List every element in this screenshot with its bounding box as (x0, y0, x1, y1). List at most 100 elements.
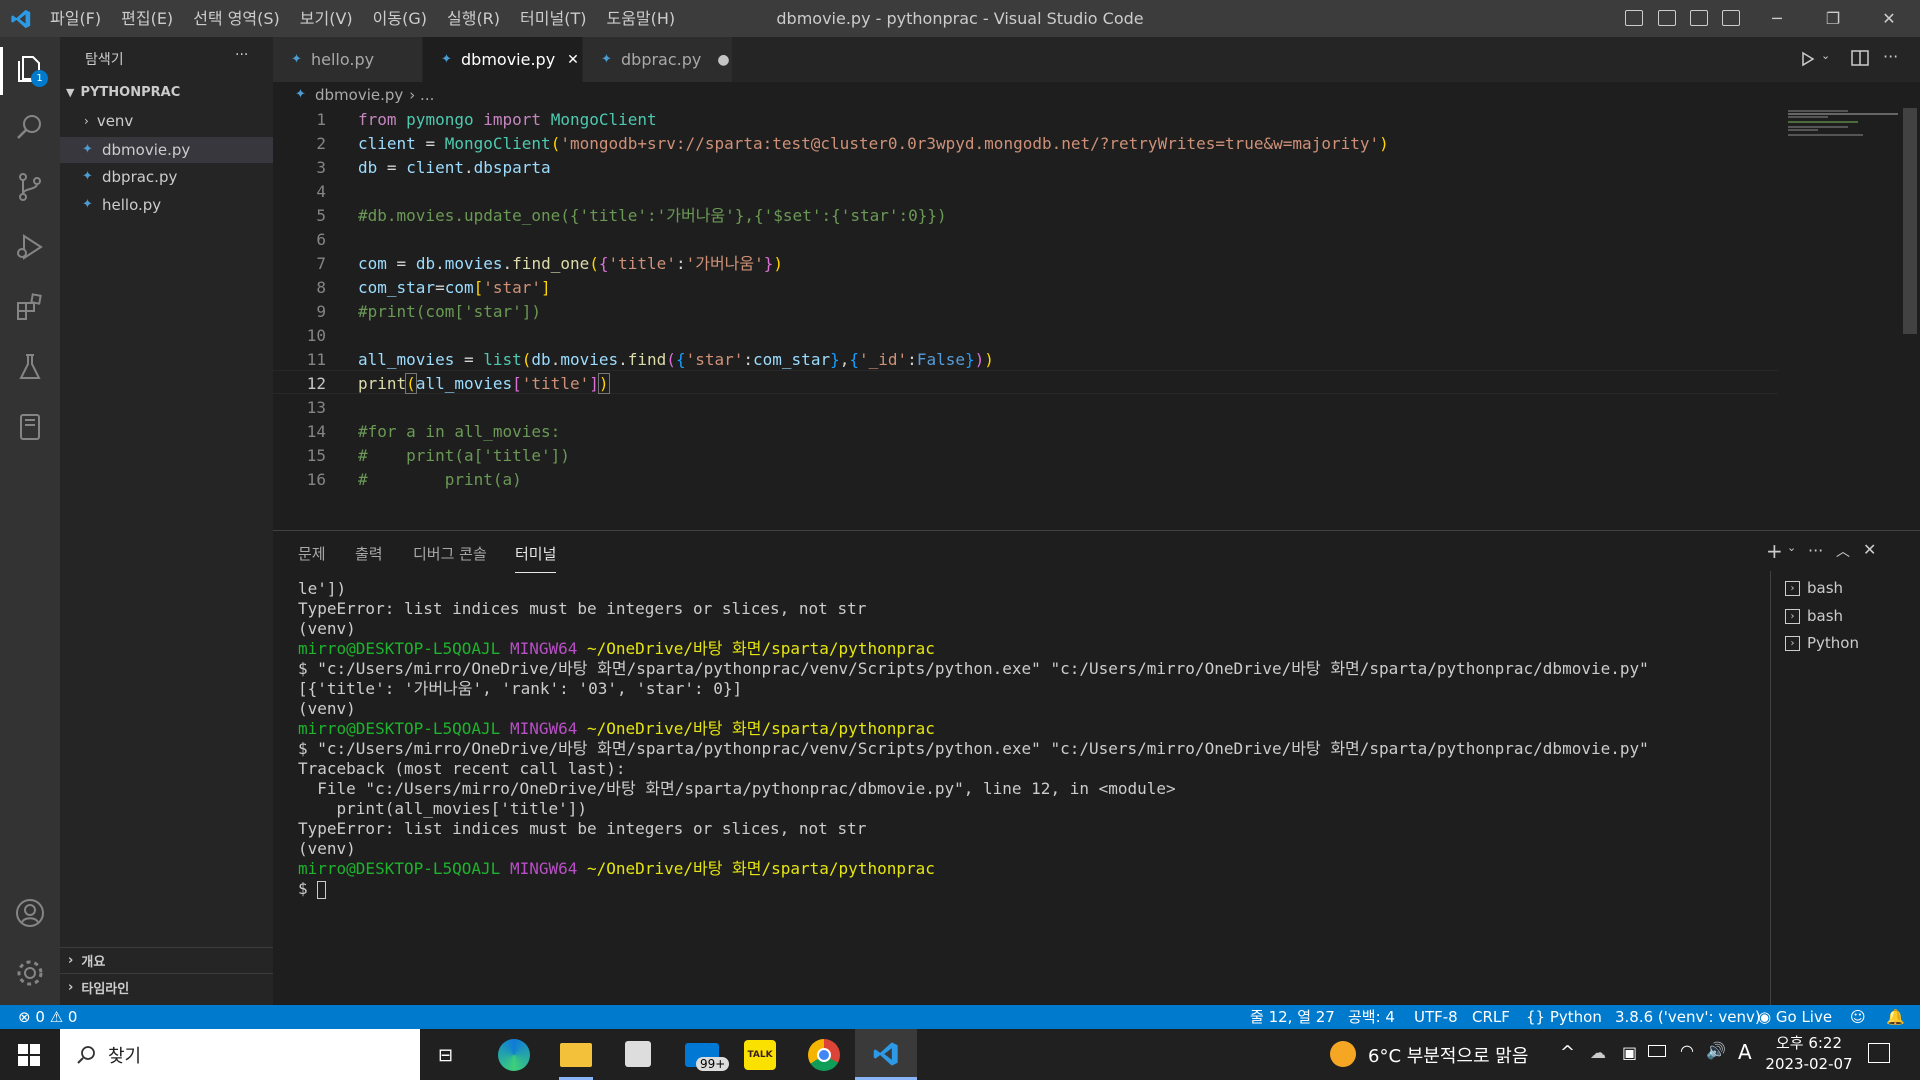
tab-dbmovie[interactable]: ✦ dbmovie.py ✕ (423, 37, 583, 82)
tree-item-venv[interactable]: › venv (84, 112, 133, 130)
python-file-icon: ✦ (82, 197, 93, 212)
terminal-line: $ "c:/Users/mirro/OneDrive/바탕 화면/sparta/… (298, 739, 1649, 758)
title-bar: 파일(F) 편집(E) 선택 영역(S) 보기(V) 이동(G) 실행(R) 터… (0, 0, 1920, 37)
cursor-position[interactable]: 줄 12, 열 27 (1250, 1005, 1335, 1029)
menu-terminal[interactable]: 터미널(T) (510, 0, 596, 37)
kakaotalk-icon[interactable]: TALK (744, 1040, 776, 1070)
line-number: 16 (306, 470, 326, 489)
more-actions-icon[interactable]: ··· (235, 47, 248, 63)
problems-status[interactable]: ⊗ 0 ⚠ 0 (18, 1005, 77, 1029)
menu-help[interactable]: 도움말(H) (596, 0, 685, 37)
weather-icon[interactable] (1330, 1041, 1356, 1067)
timeline-section[interactable]: › 타임라인 (68, 978, 129, 997)
end-of-line[interactable]: CRLF (1472, 1005, 1510, 1029)
menu-go[interactable]: 이동(G) (363, 0, 437, 37)
terminal-list-item[interactable]: › bash (1785, 579, 1843, 597)
feedback-icon[interactable]: ☺ (1850, 1005, 1866, 1029)
code-line: from pymongo import MongoClient (358, 110, 657, 129)
unsaved-dot-icon[interactable]: ● (717, 52, 729, 68)
chevron-down-icon[interactable]: ⌄ (1787, 541, 1796, 554)
toggle-sidebar-icon[interactable] (1625, 10, 1643, 26)
menu-view[interactable]: 보기(V) (290, 0, 363, 37)
testing-icon[interactable] (14, 351, 46, 383)
toggle-panel-icon[interactable] (1658, 10, 1676, 26)
microsoft-store-icon[interactable] (625, 1041, 651, 1067)
editor-scrollbar[interactable] (1903, 108, 1917, 334)
active-indicator (0, 47, 3, 95)
terminal-input-line[interactable]: $ (298, 879, 1649, 899)
battery-icon[interactable] (1648, 1045, 1666, 1057)
split-editor-icon[interactable] (1851, 50, 1869, 66)
indentation[interactable]: 공백: 4 (1348, 1005, 1395, 1029)
ime-indicator[interactable]: A (1738, 1040, 1752, 1064)
tab-hello[interactable]: ✦ hello.py (273, 37, 423, 82)
tab-problems[interactable]: 문제 (298, 543, 326, 564)
chevron-down-icon[interactable]: ⌄ (1821, 49, 1830, 62)
terminal-list-item[interactable]: › bash (1785, 607, 1843, 625)
extensions-icon[interactable] (14, 291, 46, 323)
source-control-icon[interactable] (14, 171, 46, 203)
run-debug-icon[interactable] (14, 231, 46, 263)
encoding[interactable]: UTF-8 (1414, 1005, 1458, 1029)
code-editor[interactable]: 1 from pymongo import MongoClient 2 client… (273, 108, 1920, 530)
folder-header[interactable]: ▼ PYTHONPRAC (66, 85, 180, 100)
maximize-icon[interactable]: ❐ (1810, 0, 1856, 37)
tree-item-dbmovie-row[interactable]: ✦ dbmovie.py (82, 141, 190, 159)
more-actions-icon[interactable]: ··· (1883, 47, 1898, 66)
menu-run[interactable]: 실행(R) (437, 0, 510, 37)
tree-item-hello[interactable]: ✦ hello.py (82, 196, 161, 214)
go-live[interactable]: ◉ Go Live (1758, 1005, 1832, 1029)
toggle-secondary-sidebar-icon[interactable] (1690, 10, 1708, 26)
maximize-panel-icon[interactable]: ︿ (1836, 541, 1850, 561)
close-panel-icon[interactable]: ✕ (1863, 540, 1876, 559)
weather-text[interactable]: 6°C 부분적으로 맑음 (1368, 1042, 1528, 1068)
menu-edit[interactable]: 편집(E) (111, 0, 183, 37)
device-icon[interactable]: ▣ (1622, 1043, 1637, 1062)
file-explorer-icon[interactable] (560, 1043, 592, 1067)
line-number: 2 (316, 134, 326, 153)
customize-layout-icon[interactable] (1722, 10, 1740, 26)
python-interpreter[interactable]: 3.8.6 ('venv': venv) (1615, 1005, 1761, 1029)
task-view-icon[interactable]: ⊟ (438, 1045, 453, 1066)
tab-dbprac[interactable]: ✦ dbprac.py ● (583, 37, 733, 82)
breadcrumb-rest[interactable]: › ... (409, 86, 434, 104)
notification-center-icon[interactable] (1868, 1043, 1890, 1063)
taskbar-search-box[interactable]: 찾기 (60, 1029, 420, 1080)
tab-label: dbprac.py (621, 50, 702, 69)
search-icon[interactable] (14, 111, 46, 143)
vscode-taskbar-button[interactable] (855, 1029, 917, 1080)
volume-icon[interactable]: 🔊 (1706, 1041, 1726, 1060)
menu-file[interactable]: 파일(F) (40, 0, 111, 37)
close-tab-icon[interactable]: ✕ (567, 52, 579, 68)
new-terminal-icon[interactable]: + (1766, 539, 1783, 563)
clock[interactable]: 오후 6:22 2023-02-07 (1764, 1033, 1854, 1075)
chrome-icon[interactable] (808, 1039, 840, 1071)
account-icon[interactable] (14, 897, 46, 929)
tree-item-dbprac[interactable]: ✦ dbprac.py (82, 168, 177, 186)
wifi-icon[interactable]: ◠ (1680, 1041, 1694, 1060)
chevron-up-icon[interactable]: ^ (1560, 1042, 1575, 1063)
edge-browser-icon[interactable] (498, 1039, 530, 1071)
tree-item-label: venv (96, 112, 134, 130)
python-file-icon: ✦ (82, 142, 93, 157)
onedrive-icon[interactable]: ☁ (1590, 1043, 1606, 1062)
language-mode[interactable]: {} Python (1526, 1005, 1602, 1029)
notifications-icon[interactable]: 🔔 (1886, 1005, 1905, 1029)
breadcrumb-file[interactable]: dbmovie.py (315, 86, 403, 104)
menu-selection[interactable]: 선택 영역(S) (183, 0, 290, 37)
run-python-file-icon[interactable] (1800, 51, 1816, 67)
terminal-list-item[interactable]: › Python (1785, 634, 1859, 652)
tab-debug-console[interactable]: 디버그 콘솔 (413, 543, 487, 564)
settings-gear-icon[interactable] (14, 957, 46, 989)
outline-section[interactable]: › 개요 (68, 951, 105, 970)
terminal-output[interactable]: le']) TypeError: list indices must be in… (298, 579, 1649, 899)
terminal-prompt-line: mirro@DESKTOP-L5QOAJL MINGW64 ~/OneDrive… (298, 859, 935, 878)
tab-output[interactable]: 출력 (355, 543, 383, 564)
windows-start-icon[interactable] (18, 1044, 40, 1066)
close-window-icon[interactable]: ✕ (1866, 0, 1912, 37)
remote-explorer-icon[interactable] (14, 411, 46, 443)
tab-terminal[interactable]: 터미널 (515, 543, 557, 573)
minimap[interactable] (1788, 108, 1913, 138)
more-actions-icon[interactable]: ··· (1808, 541, 1823, 560)
minimize-icon[interactable]: ─ (1754, 0, 1800, 37)
